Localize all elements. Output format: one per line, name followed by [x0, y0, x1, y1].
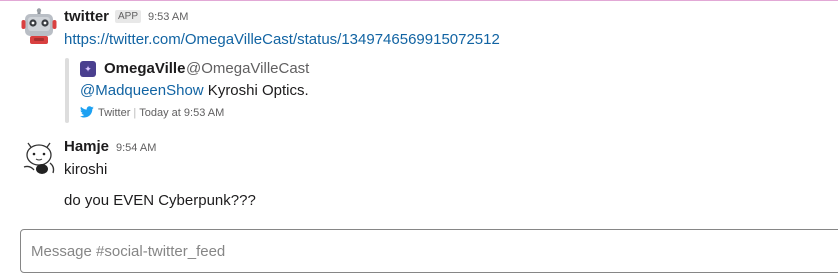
message-text: do you EVEN Cyberpunk???: [64, 192, 256, 209]
attachment-author-handle[interactable]: @OmegaVilleCast: [186, 60, 309, 77]
mention-link[interactable]: @MadqueenShow: [80, 82, 204, 99]
footer-time: Today at 9:53 AM: [139, 107, 225, 119]
message-composer[interactable]: [20, 229, 838, 273]
robot-avatar-icon[interactable]: [20, 8, 58, 46]
attachment-author-name[interactable]: OmegaVille: [104, 60, 185, 77]
footer-source: Twitter: [98, 107, 131, 119]
twitter-bird-icon: [80, 106, 94, 118]
message-input[interactable]: [21, 230, 821, 272]
omegaville-author-icon: ✦: [80, 61, 96, 77]
cat-sketch-avatar-icon[interactable]: [20, 137, 58, 175]
attachment-text-body: Kyroshi Optics.: [203, 82, 309, 99]
message-text: kiroshi: [64, 161, 108, 178]
message-timestamp[interactable]: 9:54 AM: [116, 142, 156, 154]
top-divider: [0, 0, 838, 1]
sender-name[interactable]: twitter: [64, 8, 109, 25]
attachment-bar: [65, 58, 69, 123]
attachment-text: @MadqueenShow Kyroshi Optics.: [80, 82, 309, 99]
message-timestamp[interactable]: 9:53 AM: [148, 11, 188, 23]
attachment-footer: Twitter | Today at 9:53 AM: [80, 106, 224, 119]
sender-name[interactable]: Hamje: [64, 138, 109, 155]
app-badge: APP: [115, 10, 142, 23]
tweet-link[interactable]: https://twitter.com/OmegaVilleCast/statu…: [64, 31, 500, 48]
